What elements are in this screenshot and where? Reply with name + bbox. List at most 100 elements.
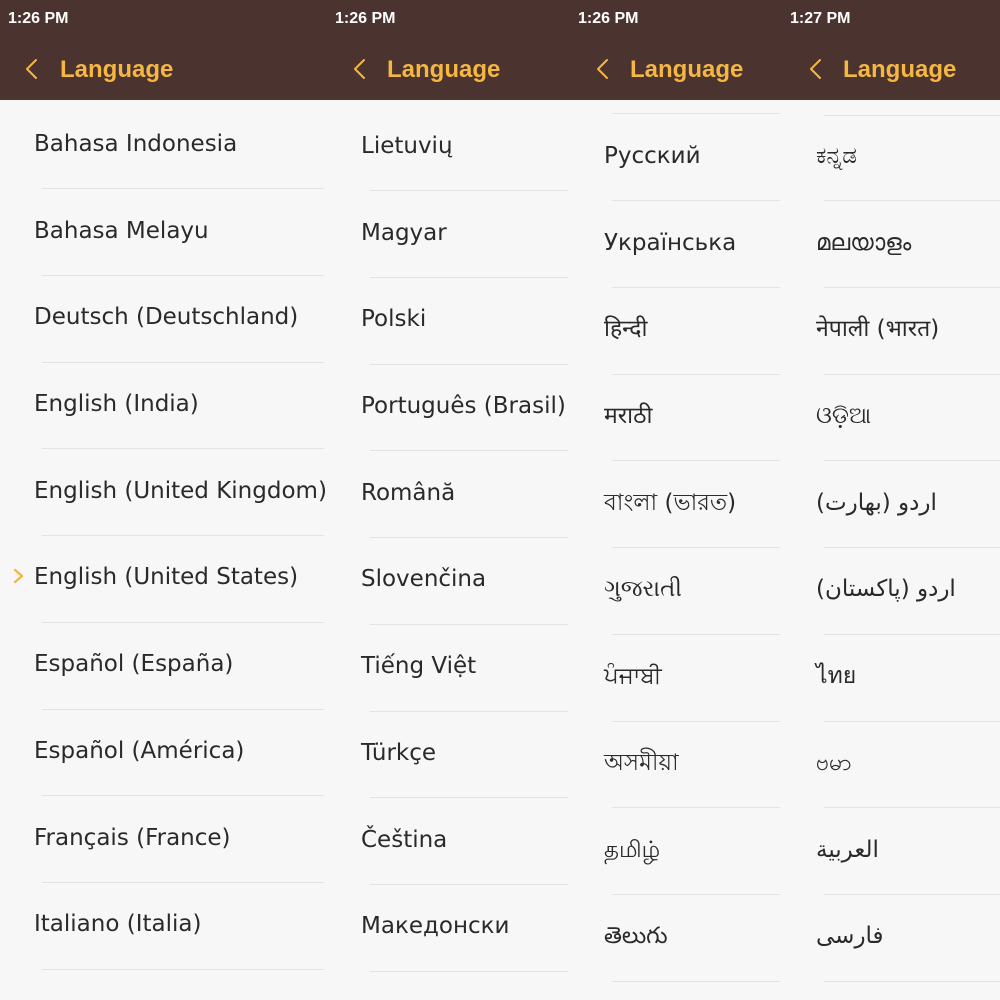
language-screens-collage: 1:26 PM Language Bahasa Indonesia Bahasa Me…: [0, 0, 1000, 1000]
language-label: اردو (پاکستان): [816, 576, 956, 603]
divider: [824, 980, 1000, 982]
chevron-left-icon[interactable]: [806, 58, 828, 80]
language-item[interactable]: Русский: [570, 114, 782, 201]
language-label: ગુજરાતી: [604, 576, 682, 603]
divider: [370, 970, 568, 972]
page-title: Language: [630, 56, 744, 83]
language-label: Magyar: [361, 219, 447, 246]
language-label: অসমীয়া: [604, 749, 679, 776]
language-item[interactable]: ગુજરાતી: [570, 547, 782, 634]
language-label: العربية: [816, 836, 879, 863]
language-item[interactable]: मराठी: [570, 374, 782, 461]
language-item[interactable]: Magyar: [328, 190, 570, 277]
language-screen-2: 1:26 PM Language Lietuvių Magyar Polski Portu…: [328, 0, 570, 1000]
language-item[interactable]: Español (España): [0, 622, 328, 709]
language-label: Bahasa Indonesia: [34, 130, 238, 157]
language-label: తెలుగు: [604, 923, 668, 950]
language-label: English (United Kingdom): [34, 477, 327, 504]
chevron-left-icon[interactable]: [350, 58, 372, 80]
language-item[interactable]: Lietuvių: [328, 104, 570, 191]
language-item[interactable]: Čeština: [328, 797, 570, 884]
language-item[interactable]: Français (France): [0, 795, 328, 882]
language-item[interactable]: Polski: [328, 277, 570, 364]
language-label: नेपाली (भारत): [816, 316, 940, 343]
language-item[interactable]: Українська: [570, 200, 782, 287]
chevron-right-icon: [12, 568, 26, 584]
language-list: Bahasa Indonesia Bahasa Melayu Deutsch (De…: [0, 100, 328, 1000]
language-item[interactable]: English (India): [0, 362, 328, 449]
language-label: Türkçe: [361, 739, 437, 766]
language-label: Русский: [604, 142, 701, 169]
app-bar: 1:26 PM Language: [0, 0, 328, 100]
language-label: தமிழ்: [604, 836, 661, 863]
language-label: Lietuvių: [361, 132, 453, 159]
language-item[interactable]: മലയാളം: [782, 200, 1000, 287]
status-time: 1:26 PM: [335, 10, 396, 27]
language-item[interactable]: ဗမာ: [782, 721, 1000, 808]
language-item[interactable]: العربية: [782, 807, 1000, 894]
language-item[interactable]: Türkçe: [328, 711, 570, 798]
language-item[interactable]: தமிழ்: [570, 807, 782, 894]
language-item[interactable]: ಕನ್ನಡ: [782, 114, 1000, 201]
divider: [42, 968, 324, 970]
language-label: Українська: [604, 229, 737, 256]
language-label: Română: [361, 479, 456, 506]
language-list: Русский Українська हिन्दी मराठी বাংলা (ভারত)…: [570, 100, 782, 1000]
language-label: فارسی: [816, 923, 884, 950]
language-item[interactable]: हिन्दी: [570, 287, 782, 374]
status-time: 1:26 PM: [8, 10, 69, 27]
language-item[interactable]: తెలుగు: [570, 894, 782, 981]
language-label: Português (Brasil): [361, 393, 566, 420]
language-item[interactable]: Bahasa Melayu: [0, 188, 328, 275]
language-item[interactable]: অসমীয়া: [570, 721, 782, 808]
language-label: Bahasa Melayu: [34, 217, 209, 244]
language-item[interactable]: اردو (پاکستان): [782, 547, 1000, 634]
language-item[interactable]: Português (Brasil): [328, 364, 570, 451]
language-item[interactable]: فارسی: [782, 894, 1000, 981]
language-label: বাংলা (ভারত): [604, 489, 737, 516]
language-label: ဗမာ: [816, 749, 852, 776]
language-item[interactable]: नेपाली (भारत): [782, 287, 1000, 374]
language-item[interactable]: ਪੰਜਾਬੀ: [570, 634, 782, 721]
language-label: ਪੰਜਾਬੀ: [604, 663, 662, 690]
language-label: मराठी: [604, 403, 653, 430]
language-item[interactable]: Slovenčina: [328, 537, 570, 624]
chevron-left-icon[interactable]: [22, 58, 44, 80]
language-label: Italiano (Italia): [34, 911, 202, 938]
language-label: English (India): [34, 391, 199, 418]
language-label: اردو (بھارت): [816, 489, 937, 516]
language-label: English (United States): [34, 564, 299, 591]
language-label: Polski: [361, 306, 427, 333]
language-item[interactable]: Română: [328, 450, 570, 537]
language-item[interactable]: Tiếng Việt: [328, 624, 570, 711]
language-label: Español (América): [34, 737, 245, 764]
language-list: Lietuvių Magyar Polski Português (Brasil) Ro…: [328, 100, 570, 1000]
language-item[interactable]: ไทย: [782, 634, 1000, 721]
language-label: Français (France): [34, 824, 231, 851]
language-item[interactable]: Deutsch (Deutschland): [0, 275, 328, 362]
language-item[interactable]: English (United States): [0, 535, 328, 622]
language-item[interactable]: Bahasa Indonesia: [0, 102, 328, 189]
chevron-left-icon[interactable]: [593, 58, 615, 80]
language-item[interactable]: Македонски: [328, 884, 570, 971]
language-label: Español (España): [34, 651, 234, 678]
language-label: Slovenčina: [361, 566, 487, 593]
language-label: ไทย: [816, 663, 857, 690]
language-item[interactable]: বাংলা (ভারত): [570, 460, 782, 547]
language-label: हिन्दी: [604, 316, 648, 343]
language-item[interactable]: English (United Kingdom): [0, 448, 328, 535]
language-item[interactable]: ଓଡ଼ିଆ: [782, 374, 1000, 461]
status-time: 1:27 PM: [790, 10, 851, 27]
language-screen-3: 1:26 PM Language Русский Українська हिन्दी मर…: [570, 0, 782, 1000]
language-screen-1: 1:26 PM Language Bahasa Indonesia Bahasa Me…: [0, 0, 328, 1000]
language-item[interactable]: Italiano (Italia): [0, 882, 328, 969]
language-item[interactable]: Español (América): [0, 709, 328, 796]
page-title: Language: [843, 56, 957, 83]
app-bar: 1:27 PM Language: [782, 0, 1000, 100]
app-bar: 1:26 PM Language: [570, 0, 782, 100]
page-title: Language: [387, 56, 501, 83]
language-item[interactable]: اردو (بھارت): [782, 460, 1000, 547]
language-label: Tiếng Việt: [361, 653, 477, 680]
language-label: മലയാളം: [816, 229, 912, 256]
app-bar: 1:26 PM Language: [328, 0, 570, 100]
